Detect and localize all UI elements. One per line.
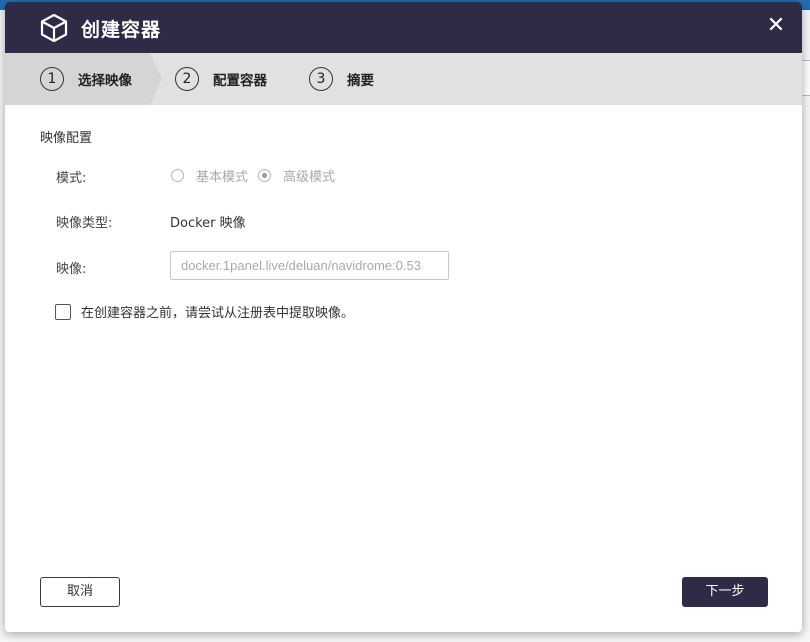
step-number: 1 xyxy=(40,67,64,91)
mode-label: 模式: xyxy=(56,171,87,186)
mode-radio-group: 基本模式 高级模式 xyxy=(171,166,345,185)
next-button[interactable]: 下一步 xyxy=(682,577,768,607)
image-label: 映像: xyxy=(56,262,87,277)
step-summary[interactable]: 3 摘要 xyxy=(309,53,374,105)
cancel-button[interactable]: 取消 xyxy=(40,577,120,607)
step-configure-container[interactable]: 2 配置容器 xyxy=(175,53,267,105)
step-number: 3 xyxy=(309,67,333,91)
close-button[interactable]: ✕ xyxy=(764,14,788,38)
image-type-label: 映像类型: xyxy=(56,216,113,231)
step-label: 选择映像 xyxy=(78,73,132,89)
create-container-dialog: 创建容器 ✕ 1 选择映像 2 配置容器 3 摘要 映像配置 模式: 基本模式 … xyxy=(5,2,802,632)
image-type-value: Docker 映像 xyxy=(170,216,246,231)
pull-image-checkbox[interactable] xyxy=(55,303,71,320)
image-field[interactable]: docker.1panel.live/deluan/navidrome:0.53 xyxy=(170,251,449,280)
step-label: 配置容器 xyxy=(213,73,267,89)
step-number: 2 xyxy=(175,67,199,91)
section-title: 映像配置 xyxy=(40,131,93,146)
dialog-titlebar: 创建容器 ✕ xyxy=(5,2,802,53)
radio-advanced-mode[interactable] xyxy=(258,169,272,182)
radio-advanced-mode-label: 高级模式 xyxy=(283,170,336,185)
radio-basic-mode-label: 基本模式 xyxy=(196,170,249,185)
pull-image-option: 在创建容器之前，请尝试从注册表中提取映像。 xyxy=(55,302,354,321)
pull-image-label: 在创建容器之前，请尝试从注册表中提取映像。 xyxy=(81,306,355,321)
cube-icon xyxy=(40,13,68,43)
step-select-image[interactable]: 1 选择映像 xyxy=(40,53,132,105)
wizard-steps: 1 选择映像 2 配置容器 3 摘要 xyxy=(5,53,802,105)
step-label: 摘要 xyxy=(347,73,374,89)
radio-basic-mode[interactable] xyxy=(171,169,184,182)
dialog-title: 创建容器 xyxy=(81,19,162,41)
